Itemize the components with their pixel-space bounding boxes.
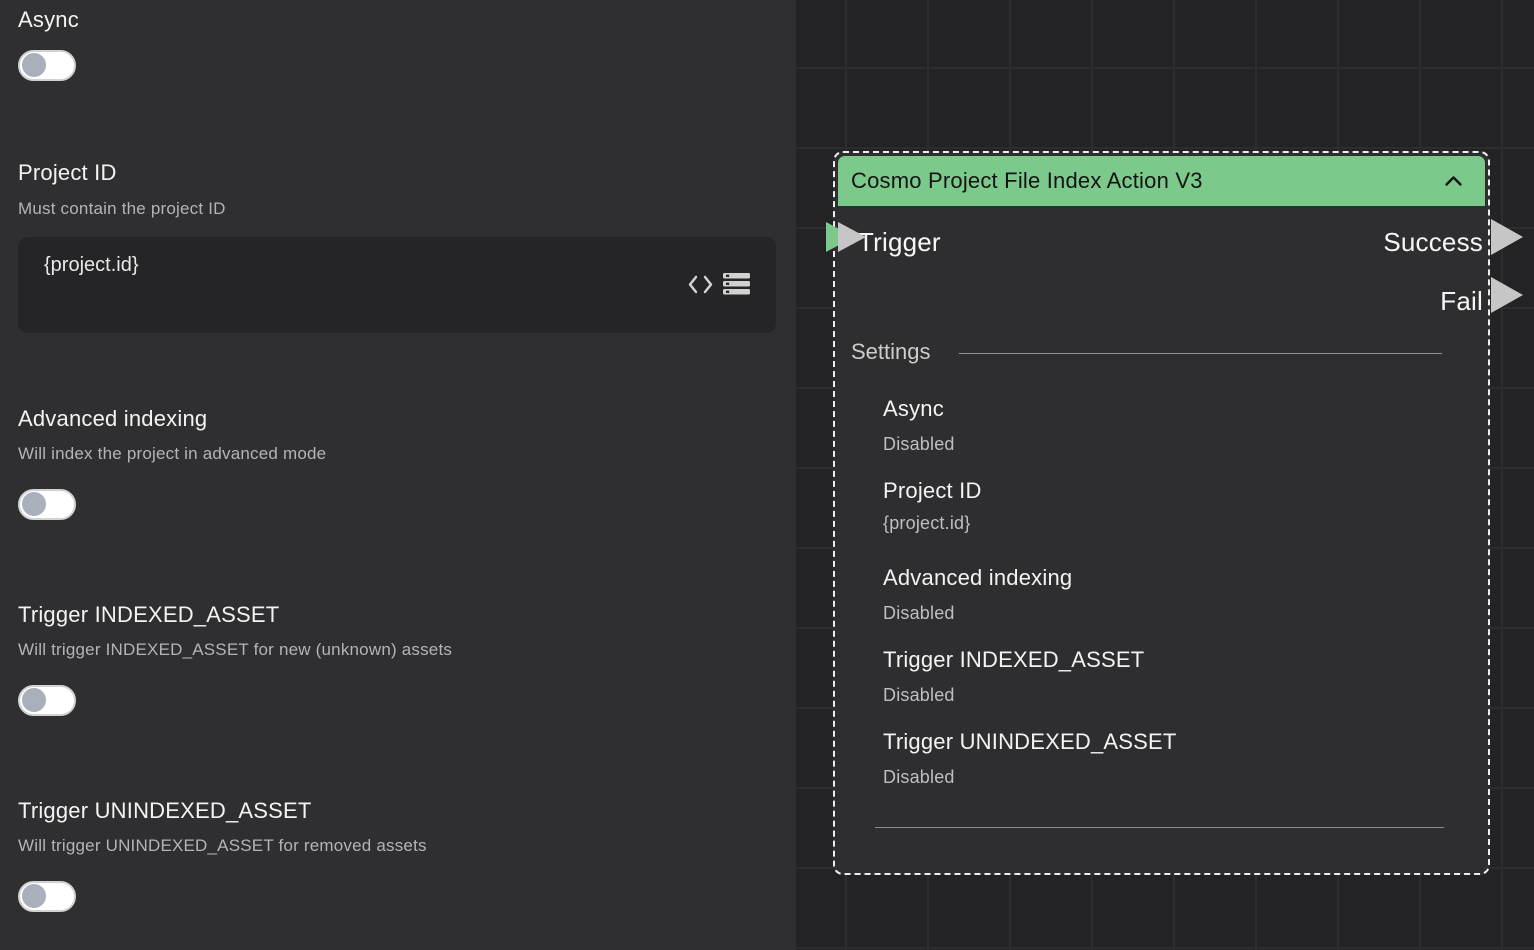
setting-value: Disabled: [883, 603, 955, 624]
trigger-indexed-asset-toggle[interactable]: [18, 685, 76, 716]
node-title: Cosmo Project File Index Action V3: [851, 156, 1203, 206]
setting-value: Disabled: [883, 685, 955, 706]
node-card[interactable]: Cosmo Project File Index Action V3 Trigg…: [833, 151, 1490, 875]
advanced-indexing-toggle[interactable]: [18, 489, 76, 520]
advanced-indexing-description: Will index the project in advanced mode: [18, 444, 326, 464]
async-toggle[interactable]: [18, 50, 76, 81]
node-header[interactable]: Cosmo Project File Index Action V3: [838, 156, 1485, 206]
advanced-indexing-label: Advanced indexing: [18, 406, 207, 432]
project-id-input[interactable]: {project.id}: [18, 237, 776, 333]
toggle-knob: [22, 688, 46, 712]
trigger-indexed-asset-description: Will trigger INDEXED_ASSET for new (unkn…: [18, 640, 452, 660]
toggle-knob: [22, 53, 46, 77]
input-port-label-trigger: Trigger: [858, 227, 941, 258]
project-id-label: Project ID: [18, 160, 117, 186]
setting-value: Disabled: [883, 434, 955, 455]
setting-label: Advanced indexing: [883, 565, 1072, 591]
project-id-description: Must contain the project ID: [18, 199, 226, 219]
toggle-knob: [22, 884, 46, 908]
trigger-unindexed-asset-description: Will trigger UNINDEXED_ASSET for removed…: [18, 836, 427, 856]
trigger-unindexed-asset-toggle[interactable]: [18, 881, 76, 912]
setting-label: Async: [883, 396, 944, 422]
output-port-label-success: Success: [1383, 227, 1483, 258]
variables-icon[interactable]: [723, 273, 750, 301]
chevron-up-icon[interactable]: [1444, 174, 1463, 192]
workflow-editor: Async Project ID Must contain the projec…: [0, 0, 1534, 950]
toggle-knob: [22, 492, 46, 516]
setting-value: Disabled: [883, 767, 955, 788]
trigger-unindexed-asset-label: Trigger UNINDEXED_ASSET: [18, 798, 312, 824]
trigger-indexed-asset-label: Trigger INDEXED_ASSET: [18, 602, 279, 628]
success-output-port-icon[interactable]: [1491, 219, 1523, 255]
setting-label: Trigger INDEXED_ASSET: [883, 647, 1144, 673]
workflow-canvas[interactable]: Cosmo Project File Index Action V3 Trigg…: [796, 0, 1534, 950]
trigger-input-port-icon[interactable]: [838, 222, 866, 252]
project-id-value: {project.id}: [44, 254, 139, 277]
setting-value: {project.id}: [883, 513, 970, 534]
code-icon[interactable]: [687, 274, 714, 300]
setting-label: Project ID: [883, 478, 982, 504]
node-footer-divider: [875, 827, 1444, 828]
settings-header: Settings: [851, 339, 931, 365]
node-config-panel: Async Project ID Must contain the projec…: [0, 0, 796, 950]
fail-output-port-icon[interactable]: [1491, 277, 1523, 313]
output-port-label-fail: Fail: [1440, 286, 1483, 317]
settings-divider: [959, 353, 1442, 354]
async-label: Async: [18, 7, 79, 33]
setting-label: Trigger UNINDEXED_ASSET: [883, 729, 1177, 755]
